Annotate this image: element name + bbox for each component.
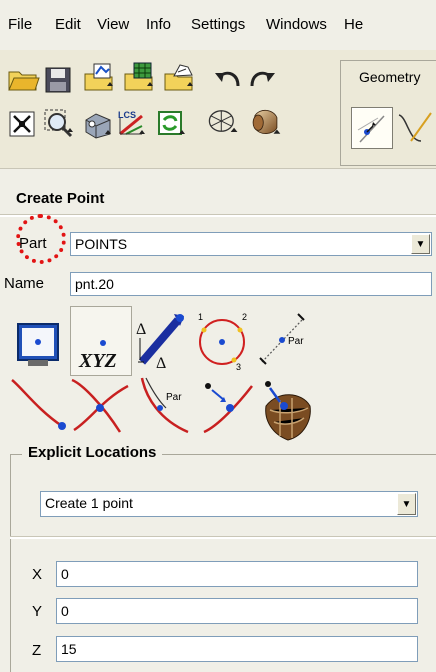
create-mode-select[interactable]: Create 1 point ▼: [40, 491, 418, 517]
import-geometry-icon[interactable]: [82, 60, 116, 94]
undo-icon[interactable]: [212, 64, 246, 98]
fit-view-icon[interactable]: [6, 106, 40, 140]
base-delta-icon[interactable]: ΔΔ: [134, 306, 190, 370]
parameter-along-line-icon[interactable]: Par: [254, 306, 318, 370]
projection-to-curve-icon[interactable]: [198, 374, 262, 438]
center-of-points-icon[interactable]: 1 2 3: [190, 306, 254, 370]
svg-text:2: 2: [242, 312, 247, 322]
menu-view[interactable]: View: [97, 16, 129, 33]
refresh-mesh-icon[interactable]: [154, 106, 188, 140]
menu-windows[interactable]: Windows: [266, 16, 327, 33]
svg-text:Δ: Δ: [156, 355, 166, 370]
svg-text:Δ: Δ: [136, 321, 146, 338]
menu-edit[interactable]: Edit: [55, 16, 81, 33]
menu-settings[interactable]: Settings: [191, 16, 245, 33]
x-label: X: [32, 566, 43, 583]
xyz-icon[interactable]: XYZ: [70, 306, 132, 376]
chevron-down-icon[interactable]: ▼: [411, 234, 430, 254]
solid-wire-icon[interactable]: [206, 104, 246, 144]
main-toolbar: LCS Geometry: [0, 50, 436, 169]
shaded-solid-icon[interactable]: [248, 104, 288, 144]
parameter-along-curve-icon[interactable]: Par: [136, 374, 200, 438]
par-label: Par: [288, 336, 304, 347]
y-input[interactable]: [56, 598, 418, 624]
svg-text:3: 3: [236, 362, 241, 370]
menu-help[interactable]: He: [344, 16, 363, 33]
x-input[interactable]: [56, 561, 418, 587]
import-mesh-icon[interactable]: [122, 60, 156, 94]
zoom-box-icon[interactable]: [42, 106, 76, 140]
z-label: Z: [32, 642, 42, 659]
curve-ends-icon[interactable]: [8, 374, 72, 438]
projection-to-surface-icon[interactable]: [256, 374, 320, 444]
menubar: File Edit View Info Settings Windows He: [0, 0, 436, 51]
divider: [0, 214, 436, 217]
measure-icon[interactable]: [80, 106, 114, 140]
geometry-tab[interactable]: Geometry: [359, 69, 420, 85]
svg-text:LCS: LCS: [118, 110, 136, 120]
chevron-down-icon[interactable]: ▼: [397, 493, 416, 515]
menu-file[interactable]: File: [8, 16, 32, 33]
curve-curve-intersection-icon[interactable]: [70, 374, 134, 438]
geometry-tab-panel: Geometry: [340, 60, 436, 166]
save-icon[interactable]: [42, 62, 76, 96]
part-select-value: POINTS: [75, 236, 128, 252]
open-folder-icon[interactable]: [6, 62, 40, 96]
create-point-button[interactable]: [351, 107, 393, 149]
name-label: Name: [4, 275, 45, 292]
menu-info[interactable]: Info: [146, 16, 171, 33]
redo-icon[interactable]: [244, 64, 278, 98]
name-input[interactable]: [70, 272, 432, 296]
part-select[interactable]: POINTS ▼: [70, 232, 432, 256]
explicit-locations-title: Explicit Locations: [22, 444, 163, 461]
y-label: Y: [32, 603, 43, 620]
panel-title: Create Point: [16, 190, 105, 207]
par-label-2: Par: [166, 392, 182, 403]
screen-select-icon[interactable]: [12, 318, 68, 374]
xyz-label: XYZ: [78, 350, 117, 372]
create-mode-value: Create 1 point: [45, 495, 133, 511]
z-input[interactable]: [56, 636, 418, 662]
svg-text:1: 1: [198, 312, 203, 322]
part-label-highlight: [16, 214, 66, 264]
create-curve-button[interactable]: [397, 107, 436, 147]
export-icon[interactable]: [162, 60, 196, 94]
divider: [10, 536, 436, 539]
lcs-icon[interactable]: LCS: [114, 106, 148, 140]
